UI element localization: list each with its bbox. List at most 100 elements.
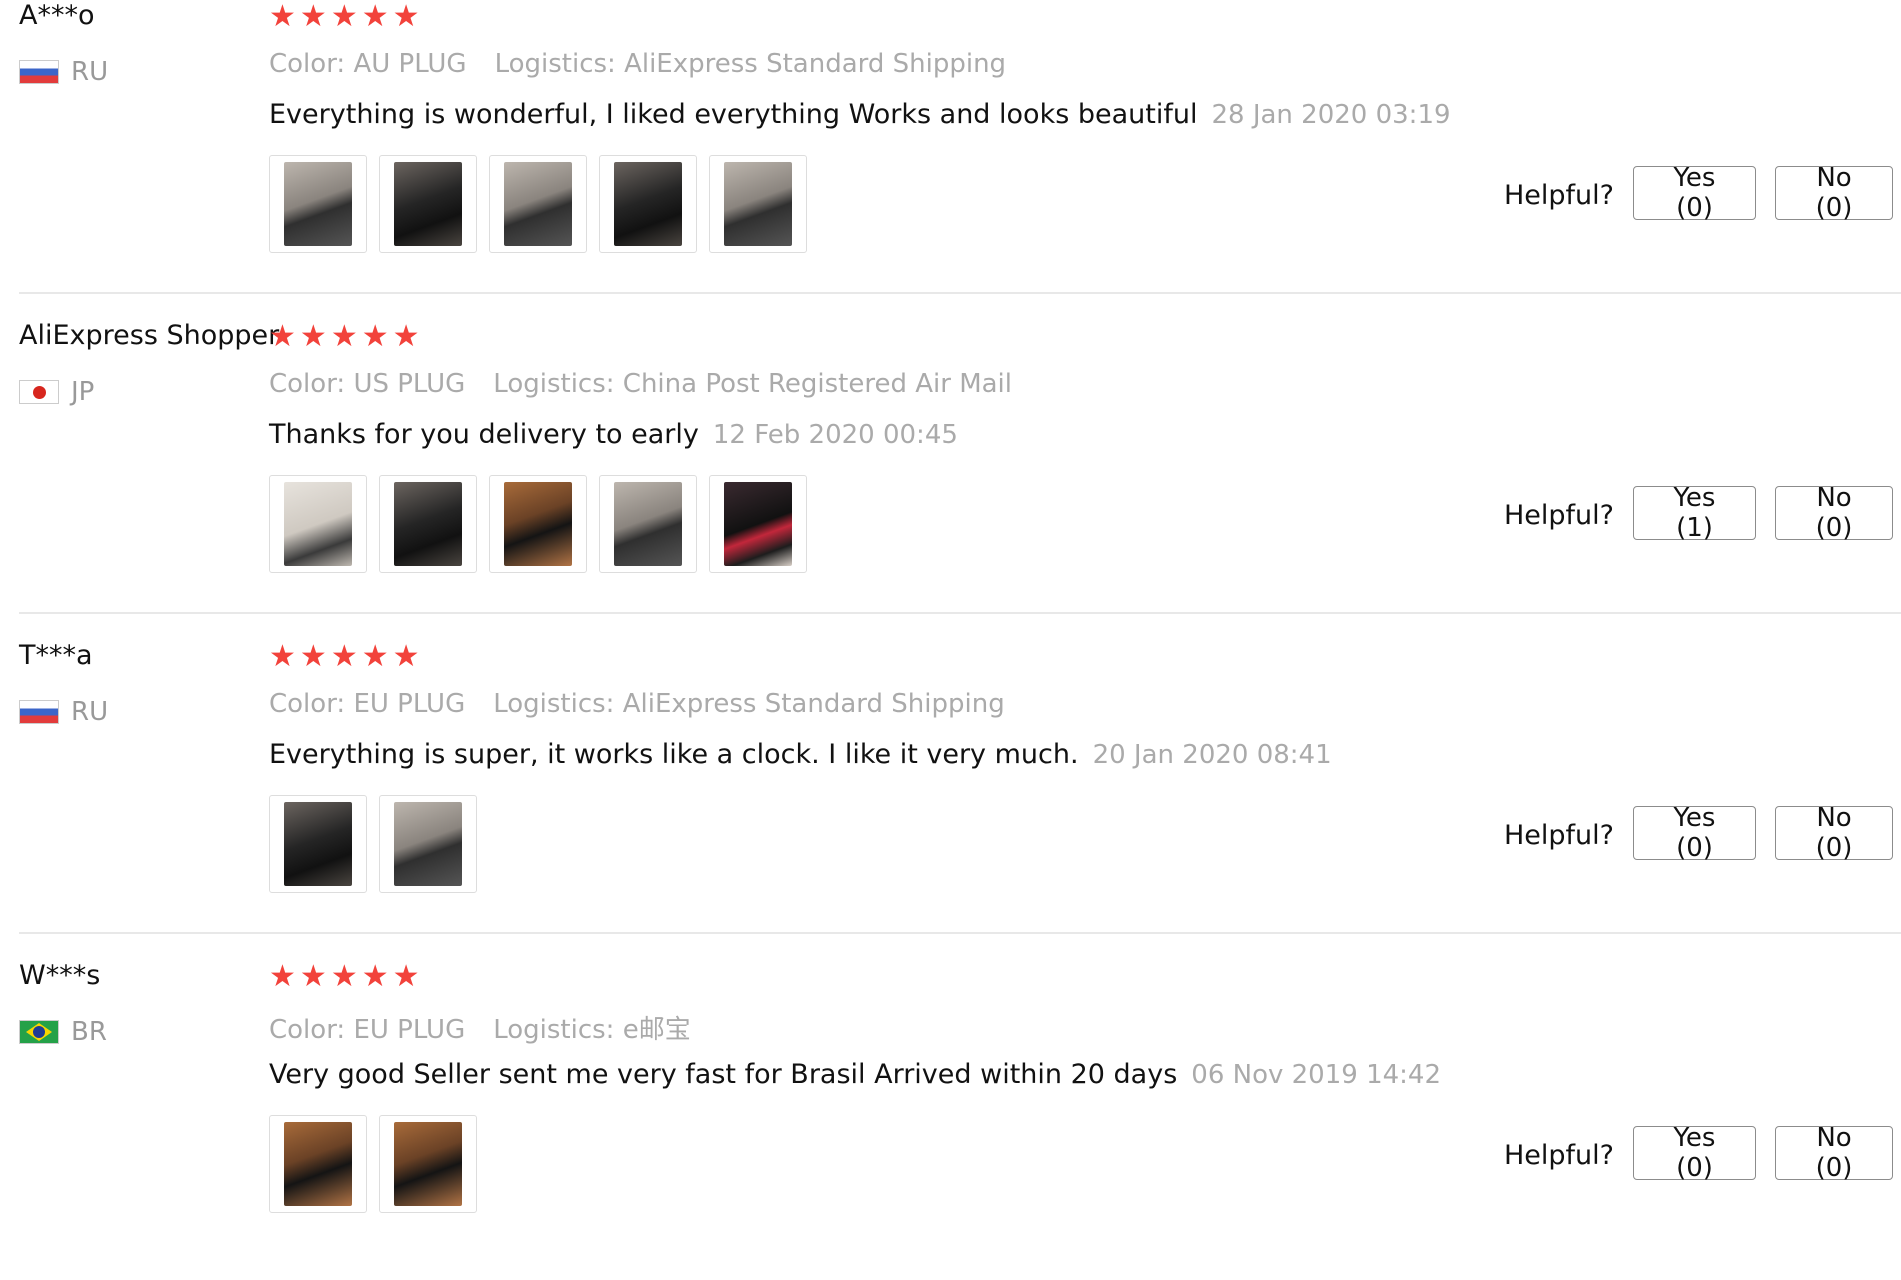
helpful-yes-button[interactable]: Yes (1) <box>1633 483 1756 543</box>
review-photo-thumbnail[interactable] <box>489 155 587 253</box>
country-code: RU <box>71 697 109 727</box>
country-code: RU <box>71 57 109 87</box>
logistics-info: Logistics: e邮宝 <box>493 1015 691 1045</box>
review-body: Everything is super, it works like a clo… <box>269 739 1079 770</box>
review-divider <box>19 292 1901 294</box>
review-body: Thanks for you delivery to early <box>269 419 699 450</box>
review-divider <box>19 932 1901 934</box>
star-icon: ★ <box>361 959 389 994</box>
color-info: Color: US PLUG <box>269 369 466 399</box>
review-divider <box>19 612 1901 614</box>
reviewer-name: W***s <box>19 960 101 991</box>
star-icon: ★ <box>361 319 389 354</box>
brazil-flag-icon <box>19 1020 59 1044</box>
review-date: 12 Feb 2020 00:45 <box>712 420 958 450</box>
review-photo-thumbnail[interactable] <box>379 475 477 573</box>
review-text: Very good Seller sent me very fast for B… <box>269 1059 1441 1090</box>
review-photo-thumbnail[interactable] <box>269 795 367 893</box>
review-photos <box>269 1115 477 1213</box>
color-info: Color: EU PLUG <box>269 1015 466 1045</box>
star-icon: ★ <box>269 639 296 674</box>
review-body: Everything is wonderful, I liked everyth… <box>269 99 1198 130</box>
review-photos <box>269 155 807 253</box>
review-date: 20 Jan 2020 08:41 <box>1092 740 1332 770</box>
review-photos <box>269 795 477 893</box>
helpful-yes-button[interactable]: Yes (0) <box>1633 803 1756 863</box>
reviewer-name: A***o <box>19 0 95 31</box>
review-photo-thumbnail[interactable] <box>379 155 477 253</box>
review-text: Everything is super, it works like a clo… <box>269 739 1332 770</box>
star-icon: ★ <box>330 639 358 674</box>
star-rating: ★ ★ ★ ★ ★ <box>269 322 420 352</box>
review-photo-thumbnail[interactable] <box>599 475 697 573</box>
review-body: Very good Seller sent me very fast for B… <box>269 1059 1178 1090</box>
logistics-info: Logistics: AliExpress Standard Shipping <box>493 689 1005 719</box>
star-icon: ★ <box>361 0 389 34</box>
reviewer-country: JP <box>19 376 94 408</box>
reviewer-country: RU <box>19 56 108 88</box>
star-icon: ★ <box>299 639 327 674</box>
order-info: Color: US PLUG Logistics: China Post Regi… <box>269 369 1012 399</box>
review-photo-thumbnail[interactable] <box>379 1115 477 1213</box>
star-icon: ★ <box>299 0 327 34</box>
reviewer-name: AliExpress Shopper <box>19 320 280 351</box>
review-photos <box>269 475 807 573</box>
review-photo-thumbnail[interactable] <box>379 795 477 893</box>
review-photo-thumbnail[interactable] <box>489 475 587 573</box>
review-item: A***o RU ★ ★ ★ ★ ★ Color: AU PLUG Logisti… <box>0 0 1901 320</box>
logistics-info: Logistics: China Post Registered Air Mai… <box>493 369 1013 399</box>
helpful-label: Helpful? <box>1503 1139 1614 1171</box>
star-icon: ★ <box>269 959 296 994</box>
review-photo-thumbnail[interactable] <box>269 155 367 253</box>
reviewer-country: RU <box>19 696 108 728</box>
japan-flag-icon <box>19 380 59 404</box>
review-photo-thumbnail[interactable] <box>709 155 807 253</box>
helpful-no-button[interactable]: No (0) <box>1775 483 1893 543</box>
star-icon: ★ <box>330 319 358 354</box>
star-icon: ★ <box>392 0 420 34</box>
helpful-no-button[interactable]: No (0) <box>1775 163 1893 223</box>
star-icon: ★ <box>299 959 327 994</box>
helpful-voting: Helpful? Yes (1) No (0) <box>1503 483 1893 543</box>
star-icon: ★ <box>330 0 358 34</box>
helpful-voting: Helpful? Yes (0) No (0) <box>1503 163 1893 223</box>
review-item: AliExpress Shopper JP ★ ★ ★ ★ ★ Color: U… <box>0 320 1901 640</box>
review-item: T***a RU ★ ★ ★ ★ ★ Color: EU PLUG Logisti… <box>0 640 1901 960</box>
review-date: 06 Nov 2019 14:42 <box>1191 1060 1441 1090</box>
star-icon: ★ <box>361 639 389 674</box>
helpful-label: Helpful? <box>1503 179 1614 211</box>
star-icon: ★ <box>392 639 420 674</box>
review-photo-thumbnail[interactable] <box>709 475 807 573</box>
helpful-no-button[interactable]: No (0) <box>1775 803 1893 863</box>
review-date: 28 Jan 2020 03:19 <box>1211 100 1451 130</box>
helpful-label: Helpful? <box>1503 819 1614 851</box>
star-rating: ★ ★ ★ ★ ★ <box>269 962 420 992</box>
reviewer-name: T***a <box>19 640 93 671</box>
star-icon: ★ <box>330 959 358 994</box>
review-photo-thumbnail[interactable] <box>599 155 697 253</box>
order-info: Color: EU PLUG Logistics: AliExpress Stan… <box>269 689 1005 719</box>
star-icon: ★ <box>269 0 296 34</box>
review-photo-thumbnail[interactable] <box>269 1115 367 1213</box>
helpful-label: Helpful? <box>1503 499 1614 531</box>
order-info: Color: AU PLUG Logistics: AliExpress Stan… <box>269 49 1006 79</box>
star-icon: ★ <box>392 959 420 994</box>
star-icon: ★ <box>392 319 420 354</box>
star-icon: ★ <box>269 319 296 354</box>
color-info: Color: AU PLUG <box>269 49 467 79</box>
russia-flag-icon <box>19 700 59 724</box>
review-text: Everything is wonderful, I liked everyth… <box>269 99 1451 130</box>
helpful-yes-button[interactable]: Yes (0) <box>1633 163 1756 223</box>
russia-flag-icon <box>19 60 59 84</box>
star-rating: ★ ★ ★ ★ ★ <box>269 642 420 672</box>
order-info: Color: EU PLUG Logistics: e邮宝 <box>269 1009 691 1046</box>
helpful-voting: Helpful? Yes (0) No (0) <box>1503 803 1893 863</box>
country-code: JP <box>71 377 95 407</box>
color-info: Color: EU PLUG <box>269 689 466 719</box>
country-code: BR <box>71 1017 107 1047</box>
review-photo-thumbnail[interactable] <box>269 475 367 573</box>
review-text: Thanks for you delivery to early 12 Feb 2… <box>269 419 958 450</box>
logistics-info: Logistics: AliExpress Standard Shipping <box>494 49 1007 79</box>
star-rating: ★ ★ ★ ★ ★ <box>269 2 420 32</box>
star-icon: ★ <box>299 319 327 354</box>
